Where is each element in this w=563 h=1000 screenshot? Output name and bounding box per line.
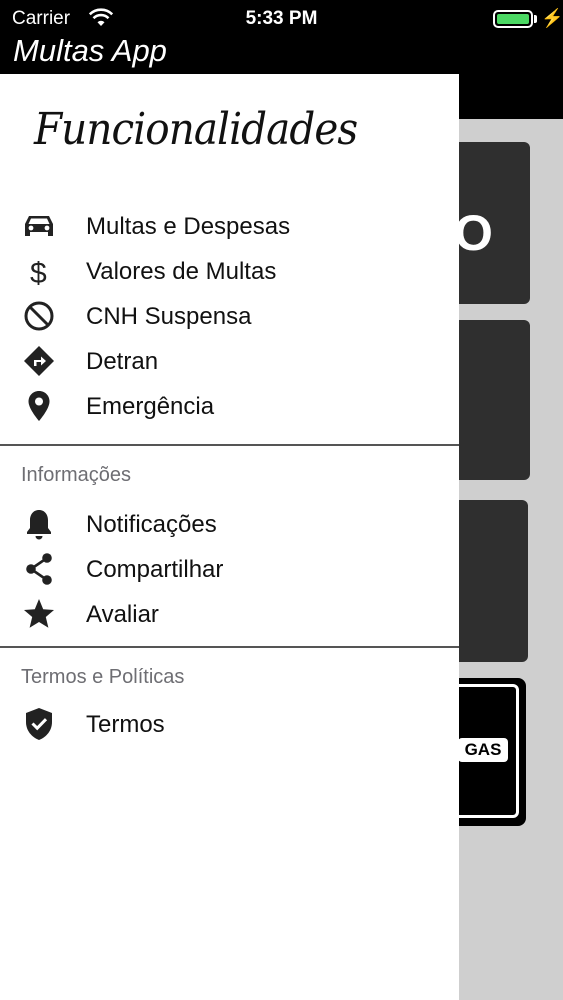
- divider: [0, 444, 459, 446]
- menu-item-label: Avaliar: [86, 601, 159, 628]
- menu-item-notificacoes[interactable]: Notificações: [0, 502, 459, 546]
- share-icon: [20, 551, 58, 587]
- menu-item-label: Valores de Multas: [86, 258, 277, 285]
- divider: [0, 646, 459, 648]
- svg-text:$: $: [30, 257, 47, 289]
- menu-item-label: Compartilhar: [86, 556, 224, 583]
- battery-level: [497, 14, 529, 24]
- menu-item-label: Multas e Despesas: [86, 213, 291, 240]
- section-title-termos-politicas: Termos e Políticas: [21, 666, 185, 688]
- menu-item-multas-despesas[interactable]: Multas e Despesas: [0, 204, 459, 248]
- drawer-title: Funcionalidades: [34, 104, 358, 155]
- menu-item-label: CNH Suspensa: [86, 303, 252, 330]
- shield-check-icon: [20, 706, 58, 742]
- location-pin-icon: [20, 388, 58, 424]
- status-time: 5:33 PM: [245, 8, 318, 29]
- charging-icon: ⚡: [541, 8, 563, 28]
- menu-item-detran[interactable]: Detran: [0, 339, 459, 383]
- status-bar: Carrier 5:33 PM ⚡: [0, 0, 563, 36]
- menu-item-termos[interactable]: Termos: [0, 702, 459, 746]
- background-card-text: O: [454, 205, 493, 261]
- background-sign-label: GAS: [458, 738, 508, 762]
- battery-cap: [534, 15, 537, 23]
- menu-item-emergencia[interactable]: Emergência: [0, 384, 459, 428]
- star-icon: [20, 596, 58, 632]
- menu-item-label: Detran: [86, 348, 159, 375]
- menu-item-label: Emergência: [86, 393, 215, 420]
- menu-item-avaliar[interactable]: Avaliar: [0, 592, 459, 636]
- battery-icon: [493, 10, 533, 28]
- block-icon: [20, 298, 58, 334]
- menu-item-cnh-suspensa[interactable]: CNH Suspensa: [0, 294, 459, 338]
- menu-item-compartilhar[interactable]: Compartilhar: [0, 547, 459, 591]
- directions-icon: [20, 343, 58, 379]
- dollar-icon: $: [20, 253, 58, 290]
- car-icon: [20, 208, 58, 244]
- section-title-informacoes: Informações: [21, 464, 132, 486]
- menu-item-valores-multas[interactable]: $ Valores de Multas: [0, 249, 459, 293]
- app-title: Multas App: [13, 33, 167, 68]
- bell-icon: [20, 506, 58, 542]
- menu-item-label: Notificações: [86, 511, 217, 538]
- menu-item-label: Termos: [86, 711, 165, 738]
- side-drawer: Funcionalidades Multas e Despesas $ Valo…: [0, 74, 459, 1000]
